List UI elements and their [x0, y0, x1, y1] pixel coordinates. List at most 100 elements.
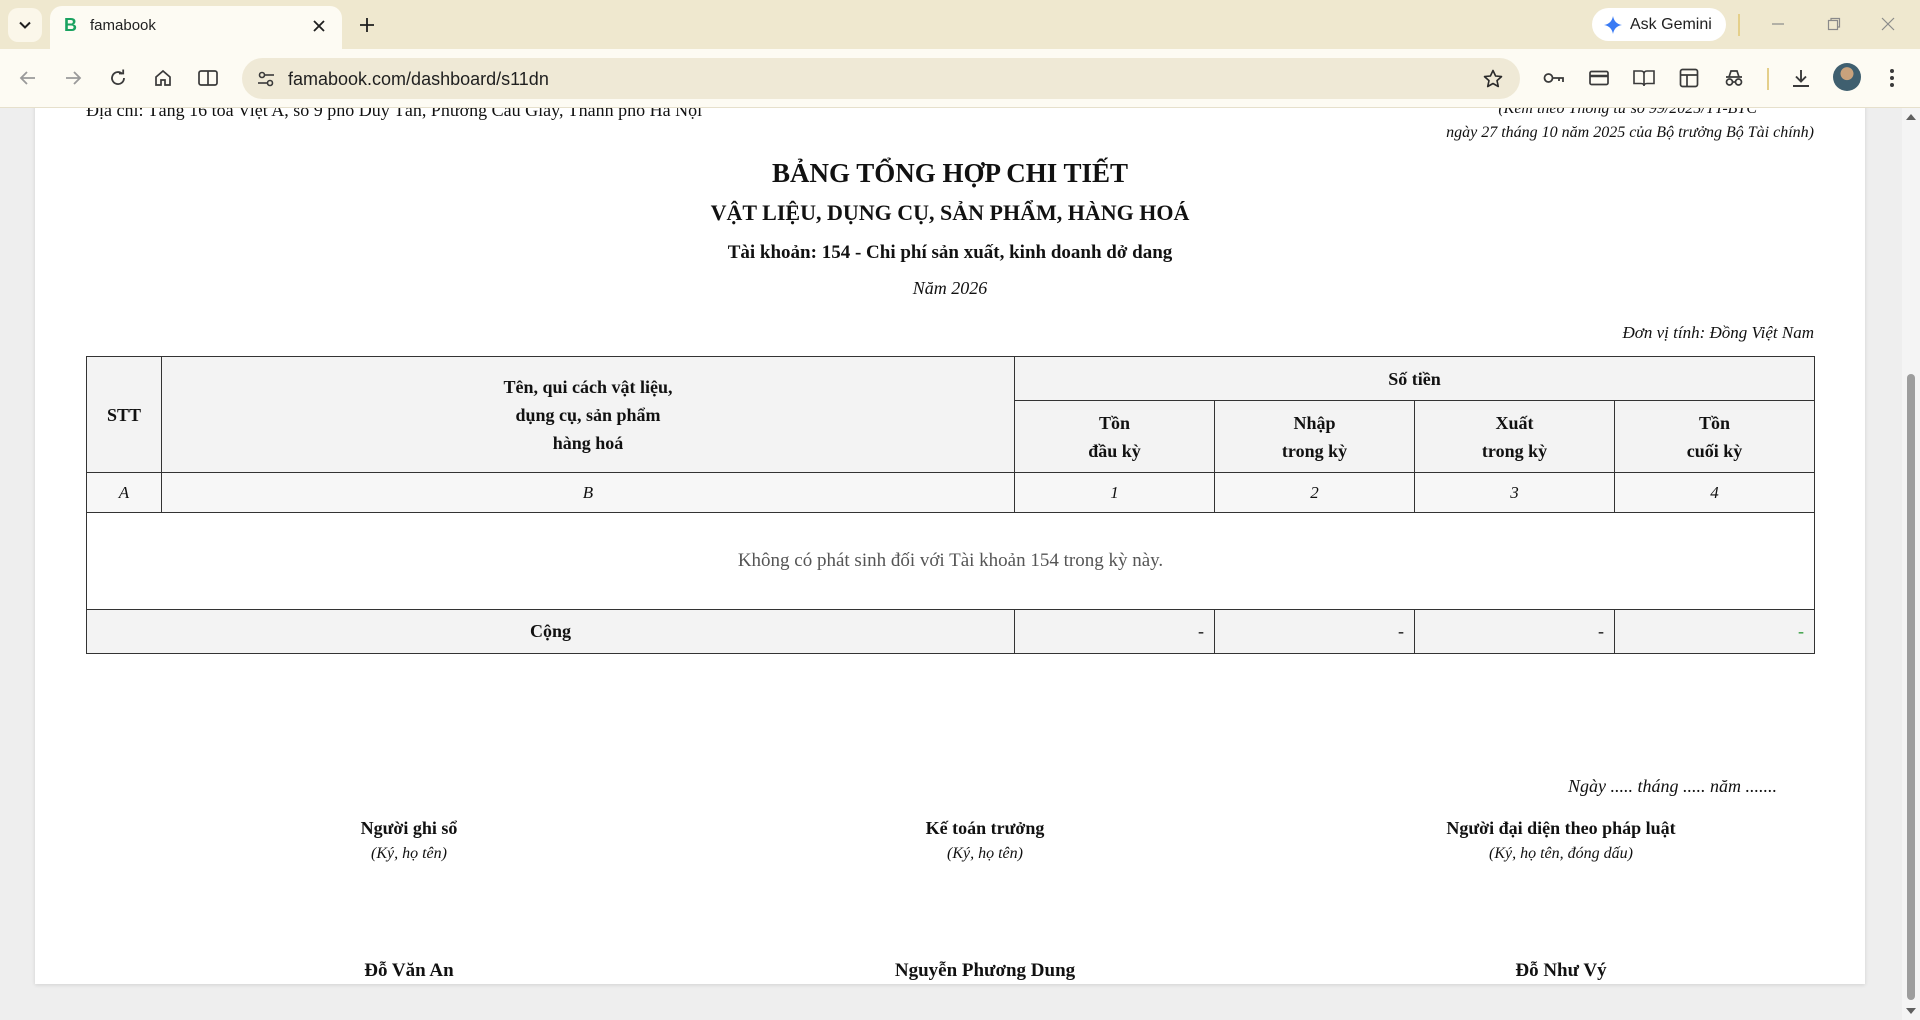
- back-button[interactable]: [12, 62, 44, 94]
- address-bar[interactable]: famabook.com/dashboard/s11dn: [242, 58, 1520, 99]
- tune-icon: [257, 71, 274, 86]
- column-letter: 1: [1014, 472, 1215, 513]
- page-scrollbar[interactable]: [1902, 108, 1920, 1020]
- site-info-button[interactable]: [250, 63, 281, 94]
- empty-state-row: Không có phát sinh đối với Tài khoản 154…: [86, 512, 1815, 610]
- outflow-header-line1: Xuất: [1495, 412, 1534, 433]
- scroll-up-arrow-icon[interactable]: [1906, 114, 1916, 120]
- credit-card-icon: [1589, 70, 1609, 86]
- key-icon: [1543, 73, 1564, 83]
- reload-icon: [111, 69, 125, 85]
- legal-rep-signature-block: Người đại diện theo pháp luật (Ký, họ tê…: [1311, 818, 1811, 981]
- tab-strip-divider: [1738, 14, 1740, 36]
- chief-accountant-name: Nguyễn Phương Dung: [894, 960, 1076, 981]
- close-window-button[interactable]: [1868, 10, 1908, 38]
- home-icon: [155, 69, 171, 86]
- browser-menu-button[interactable]: [1876, 62, 1908, 94]
- download-icon: [1793, 70, 1809, 87]
- new-tab-button[interactable]: [352, 10, 382, 40]
- item-name-header: Tên, qui cách vật liệu, dụng cụ, sản phẩ…: [161, 356, 1015, 473]
- account-line: Tài khoản: 154 - Chi phí sản xuất, kinh …: [727, 242, 1173, 263]
- legal-rep-name: Đỗ Như Vý: [1515, 960, 1607, 981]
- chief-accountant-signature-block: Kế toán trưởng (Ký, họ tên) Nguyễn Phươn…: [735, 818, 1235, 981]
- password-manager-button[interactable]: [1538, 62, 1570, 94]
- payment-methods-button[interactable]: [1583, 62, 1615, 94]
- recorder-hint: (Ký, họ tên): [371, 845, 447, 862]
- legal-rep-role: Người đại diện theo pháp luật: [1446, 818, 1676, 838]
- arrow-right-icon: [66, 71, 82, 85]
- gemini-sparkle-icon: [1604, 15, 1622, 34]
- summary-table: STT Tên, qui cách vật liệu, dụng cụ, sản…: [86, 356, 1815, 654]
- chief-accountant-role: Kế toán trưởng: [925, 818, 1045, 838]
- item-name-header-line2: dụng cụ, sản phẩm: [515, 404, 661, 425]
- empty-state-message: Không có phát sinh đối với Tài khoản 154…: [86, 512, 1815, 610]
- page-viewport: Địa chỉ: Tầng 16 tòa Việt A, số 9 phố Du…: [0, 108, 1902, 1020]
- incognito-extension-button[interactable]: [1718, 62, 1750, 94]
- minimize-button[interactable]: [1758, 10, 1798, 38]
- browser-tab[interactable]: B famabook: [50, 6, 342, 49]
- tab-search-button[interactable]: [8, 8, 42, 42]
- scrollbar-thumb[interactable]: [1907, 374, 1915, 1000]
- item-name-header-line1: Tên, qui cách vật liệu,: [503, 376, 673, 397]
- recorder-role: Người ghi sổ: [360, 818, 458, 838]
- recorder-name: Đỗ Văn An: [364, 960, 454, 981]
- toolbar-divider: [1767, 68, 1769, 90]
- closing-balance-header-line1: Tồn: [1698, 412, 1731, 433]
- column-letter: 4: [1614, 472, 1815, 513]
- profile-avatar[interactable]: [1833, 63, 1861, 91]
- opening-balance-header: Tồn đầu kỳ: [1014, 400, 1215, 473]
- tab-layout-button[interactable]: [1673, 62, 1705, 94]
- inflow-header-line1: Nhập: [1293, 412, 1336, 433]
- browser-toolbar: famabook.com/dashboard/s11dn: [0, 49, 1920, 108]
- scroll-down-arrow-icon[interactable]: [1906, 1008, 1916, 1014]
- split-view-button[interactable]: [192, 62, 224, 94]
- restore-icon: [1827, 17, 1841, 31]
- bookmark-button[interactable]: [1477, 63, 1508, 94]
- chief-accountant-hint: (Ký, họ tên): [947, 845, 1023, 862]
- opening-balance-header-line2: đầu kỳ: [1088, 440, 1141, 461]
- item-name-header-line3: hàng hoá: [552, 432, 624, 453]
- column-letter-row: A B 1 2 3 4: [86, 472, 1815, 513]
- home-button[interactable]: [147, 62, 179, 94]
- closing-balance-header-line2: cuối kỳ: [1686, 440, 1743, 461]
- total-inflow: -: [1214, 609, 1415, 654]
- column-letter: 2: [1214, 472, 1415, 513]
- closing-balance-header: Tồn cuối kỳ: [1614, 400, 1815, 473]
- minimize-icon: [1772, 23, 1784, 25]
- total-opening-balance: -: [1014, 609, 1215, 654]
- downloads-button[interactable]: [1785, 62, 1817, 94]
- outflow-header-line2: trong kỳ: [1481, 440, 1548, 461]
- report-year: Năm 2026: [912, 278, 988, 298]
- close-icon: [1881, 17, 1895, 31]
- company-address: Địa chỉ: Tầng 16 tòa Việt A, số 9 phố Du…: [86, 108, 703, 120]
- total-label: Cộng: [86, 609, 1015, 654]
- more-vertical-icon: [1890, 69, 1894, 87]
- ask-gemini-label: Ask Gemini: [1630, 15, 1712, 33]
- incognito-icon: [1725, 70, 1743, 86]
- split-view-icon: [198, 70, 218, 86]
- legal-rep-hint: (Ký, họ tên, đóng dấu): [1489, 845, 1633, 862]
- url-text[interactable]: famabook.com/dashboard/s11dn: [288, 69, 549, 90]
- circular-reference-line2: ngày 27 tháng 10 năm 2025 của Bộ trưởng …: [1446, 124, 1814, 141]
- header-row-1: STT Tên, qui cách vật liệu, dụng cụ, sản…: [86, 356, 1815, 473]
- column-letter: A: [86, 472, 162, 513]
- reload-button[interactable]: [102, 62, 134, 94]
- ask-gemini-button[interactable]: Ask Gemini: [1592, 8, 1726, 41]
- forward-button[interactable]: [57, 62, 89, 94]
- tab-title: famabook: [90, 17, 156, 34]
- inflow-header: Nhập trong kỳ: [1214, 400, 1415, 473]
- plus-icon: [360, 18, 374, 32]
- total-row: Cộng - - - -: [86, 609, 1815, 654]
- inflow-header-line2: trong kỳ: [1281, 440, 1348, 461]
- report-sheet: Địa chỉ: Tầng 16 tòa Việt A, số 9 phố Du…: [35, 108, 1865, 984]
- restore-button[interactable]: [1814, 10, 1854, 38]
- tab-close-button[interactable]: [308, 15, 330, 37]
- reading-mode-button[interactable]: [1628, 62, 1660, 94]
- column-letter: 3: [1414, 472, 1615, 513]
- currency-unit: Đơn vị tính: Đồng Việt Nam: [1622, 323, 1814, 342]
- total-closing-balance: -: [1614, 609, 1815, 654]
- recorder-signature-block: Người ghi sổ (Ký, họ tên) Đỗ Văn An: [159, 818, 659, 981]
- famabook-favicon-icon: B: [64, 15, 77, 35]
- stt-header: STT: [86, 356, 162, 473]
- circular-reference-line1: (Kèm theo Thông tư số 99/2025/TT-BTC: [1498, 108, 1757, 117]
